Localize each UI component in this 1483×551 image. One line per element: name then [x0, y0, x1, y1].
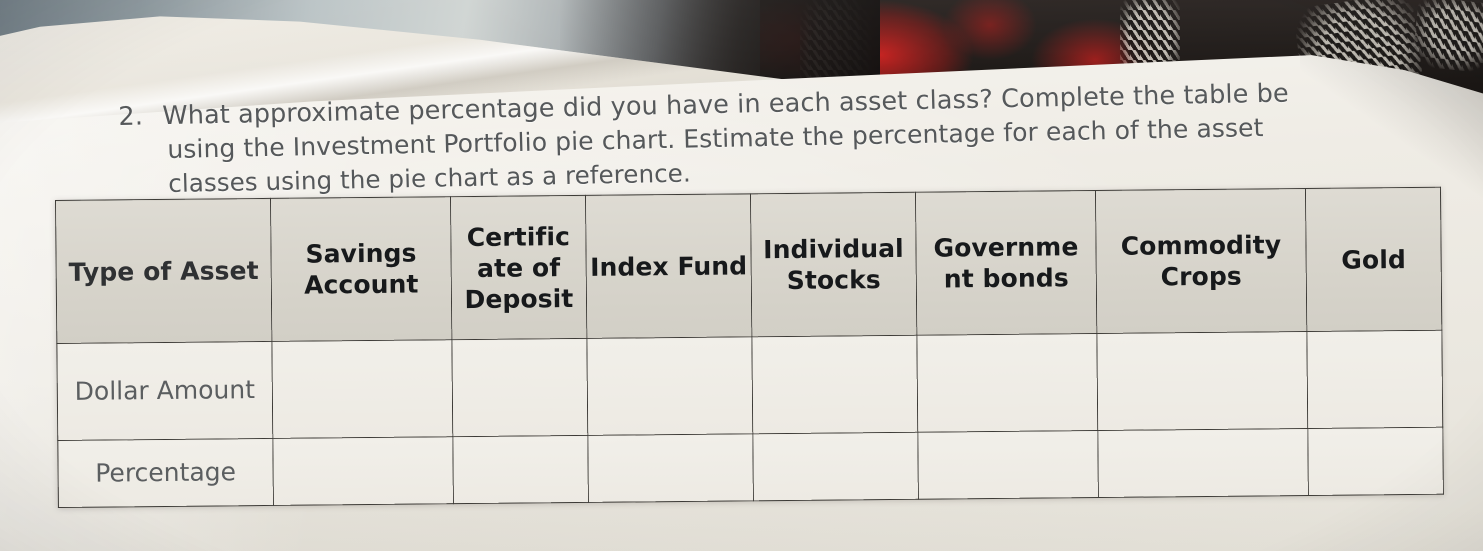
cell-dollar-amount-certificate-of-deposit[interactable]: [451, 338, 588, 437]
column-header-gold: Gold: [1305, 187, 1442, 332]
table-row: Percentage: [57, 427, 1444, 508]
cell-percentage-gold[interactable]: [1307, 427, 1444, 496]
cell-dollar-amount-individual-stocks[interactable]: [751, 335, 918, 434]
cell-dollar-amount-government-bonds[interactable]: [916, 333, 1098, 433]
asset-table-container: Type of Asset Savings Account Certific a…: [55, 187, 1444, 530]
cell-percentage-certificate-of-deposit[interactable]: [452, 435, 589, 504]
cell-dollar-amount-savings-account[interactable]: [271, 339, 453, 439]
cell-dollar-amount-index-fund[interactable]: [586, 336, 753, 436]
column-header-individual-stocks: Individual Stocks: [750, 192, 917, 337]
table-header: Type of Asset Savings Account Certific a…: [55, 187, 1442, 344]
cell-percentage-commodity-crops[interactable]: [1097, 428, 1309, 498]
cell-dollar-amount-commodity-crops[interactable]: [1096, 331, 1308, 431]
column-header-certificate-of-deposit: Certific ate of Deposit: [450, 195, 587, 340]
column-header-savings-account: Savings Account: [270, 196, 452, 342]
table-body: Dollar Amount Percentage: [56, 330, 1444, 508]
row-label-dollar-amount: Dollar Amount: [56, 341, 273, 441]
table-row: Dollar Amount: [56, 330, 1443, 441]
column-header-commodity-crops: Commodity Crops: [1095, 188, 1307, 334]
cell-percentage-index-fund[interactable]: [587, 433, 754, 503]
photo-background: 2. What approximate percentage did you ha…: [0, 0, 1483, 551]
table-header-row: Type of Asset Savings Account Certific a…: [55, 187, 1442, 344]
column-header-type-of-asset: Type of Asset: [55, 198, 272, 344]
cell-percentage-government-bonds[interactable]: [917, 430, 1099, 500]
woven-patch-icon: [1412, 0, 1483, 74]
cell-percentage-individual-stocks[interactable]: [752, 432, 919, 501]
cell-dollar-amount-gold[interactable]: [1306, 330, 1443, 429]
question-number: 2.: [118, 101, 144, 132]
row-label-percentage: Percentage: [57, 438, 274, 508]
asset-table: Type of Asset Savings Account Certific a…: [55, 187, 1444, 508]
cell-percentage-savings-account[interactable]: [272, 436, 454, 506]
column-header-index-fund: Index Fund: [585, 193, 752, 339]
column-header-government-bonds: Governme nt bonds: [915, 190, 1097, 336]
